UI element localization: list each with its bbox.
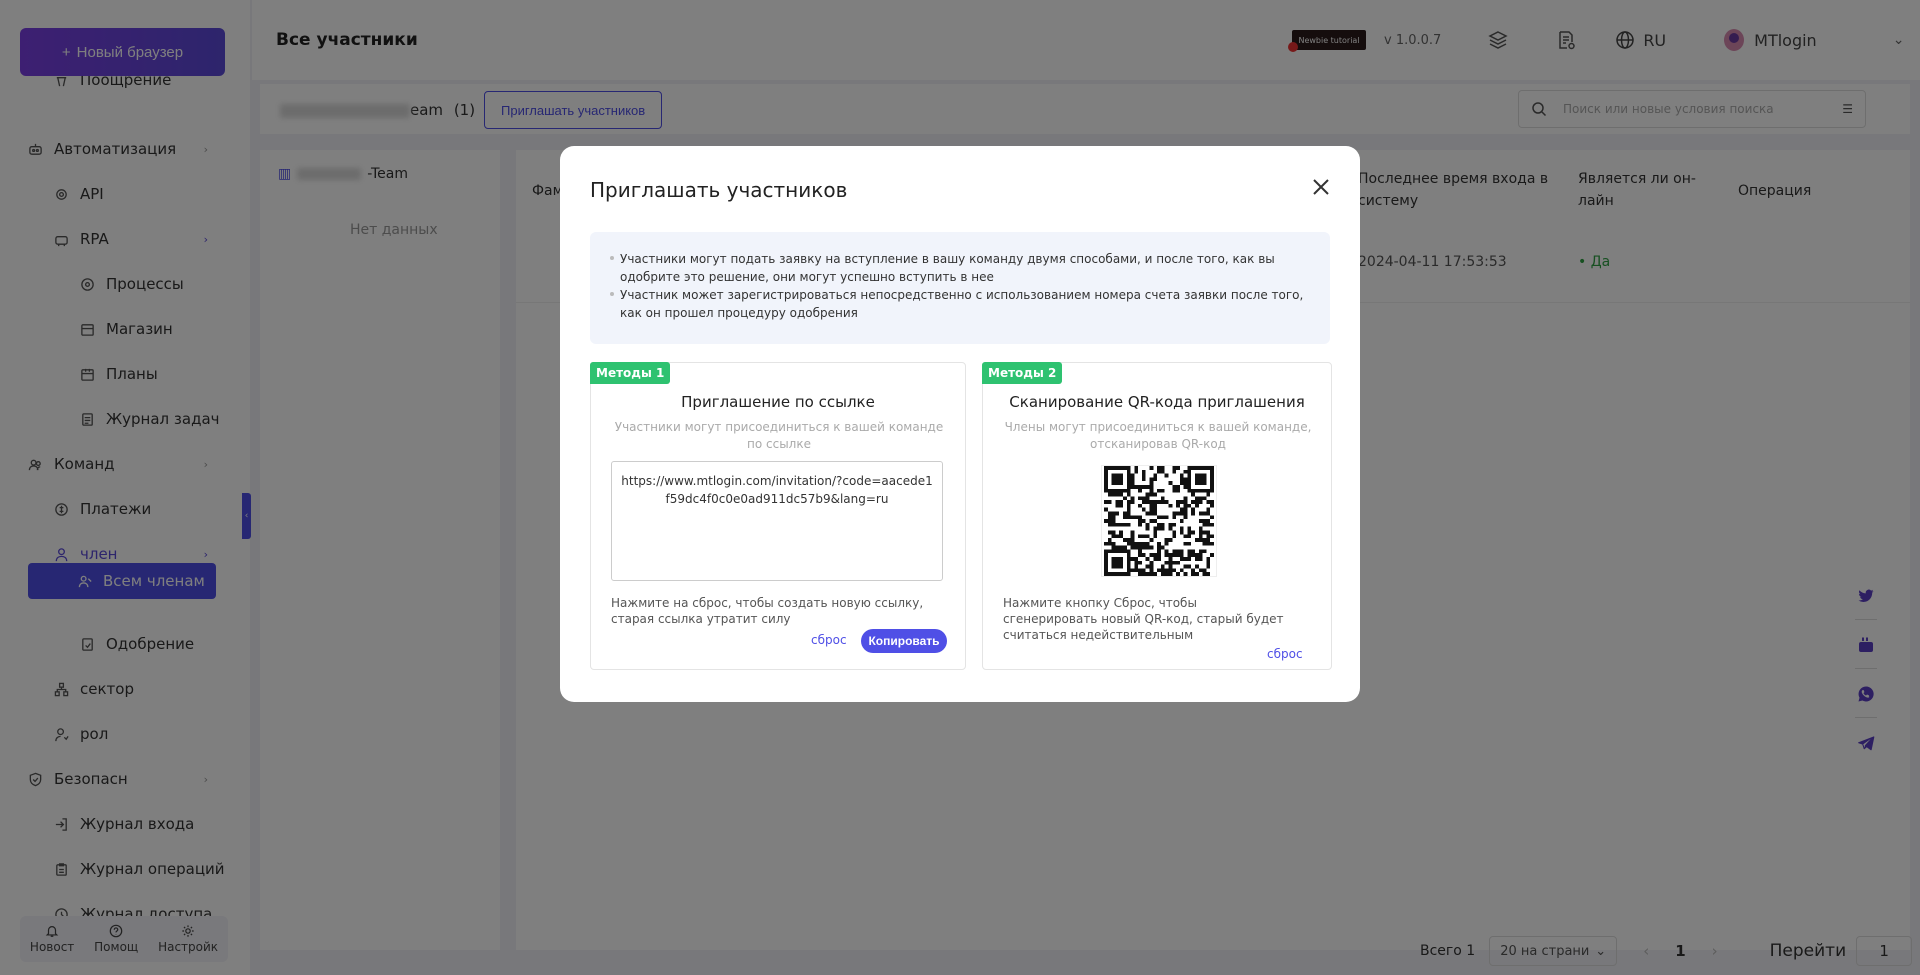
invite-by-link-card: Методы 1 Приглашение по ссылке Участники… [590, 362, 966, 670]
close-icon[interactable] [1310, 176, 1332, 198]
qr-code-icon [1104, 466, 1214, 576]
invite-by-qr-card: Методы 2 Сканирование QR-кода приглашени… [982, 362, 1332, 670]
copy-button[interactable]: Копировать [861, 629, 947, 653]
reset-note: Нажмите на сброс, чтобы создать новую сс… [611, 596, 924, 626]
notice-item: Участники могут подать заявку на вступле… [608, 250, 1312, 286]
invite-members-dialog: Приглашать участников Участники могут по… [560, 146, 1360, 702]
card-subtitle: Члены могут присоединиться к вашей коман… [1004, 420, 1312, 451]
invite-notice: Участники могут подать заявку на вступле… [590, 232, 1330, 344]
method-tag: Методы 2 [982, 362, 1063, 384]
reset-link-button[interactable]: сброс [811, 633, 847, 647]
reset-note: Нажмите кнопку Сброс, чтобы сгенерироват… [1003, 596, 1284, 642]
method-tag: Методы 1 [590, 362, 671, 384]
reset-qr-button[interactable]: сброс [1267, 647, 1303, 661]
invitation-link-field[interactable]: https://www.mtlogin.com/invitation/?code… [611, 461, 943, 581]
notice-item: Участник может зарегистрироваться непоср… [608, 286, 1312, 322]
card-title: Сканирование QR-кода приглашения [1009, 393, 1305, 411]
card-subtitle: Участники могут присоединиться к вашей к… [614, 420, 944, 451]
qr-code [1101, 465, 1217, 577]
dialog-title: Приглашать участников [590, 178, 848, 202]
card-title: Приглашение по ссылке [681, 393, 875, 411]
